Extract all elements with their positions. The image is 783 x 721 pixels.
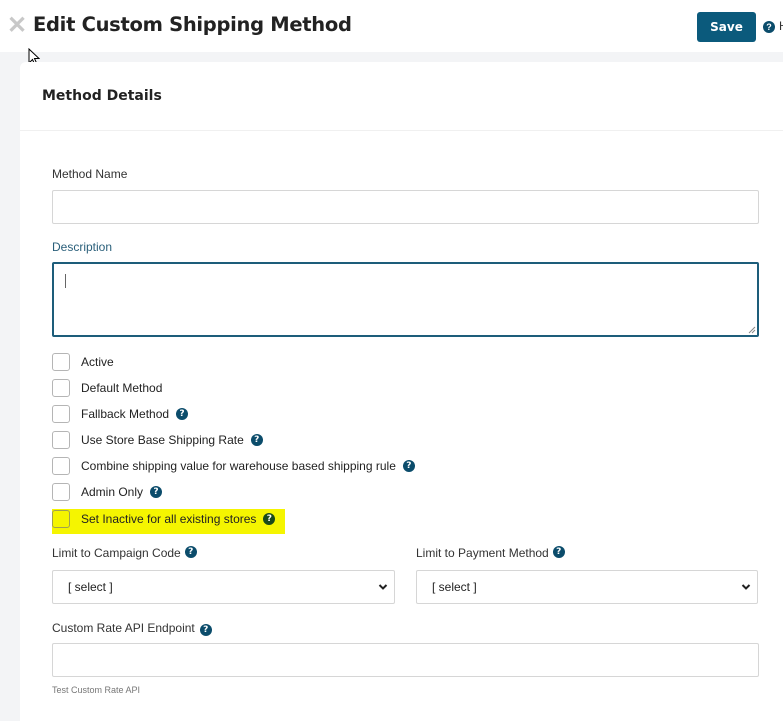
admin-only-label: Admin Only [81, 485, 144, 499]
admin-only-checkbox[interactable] [52, 483, 70, 501]
combine-shipping-label: Combine shipping value for warehouse bas… [81, 459, 396, 473]
checkbox-admin-only[interactable]: Admin Only ? [52, 482, 163, 502]
checkbox-default-method[interactable]: Default Method [52, 378, 162, 398]
campaign-code-label: Limit to Campaign Code? [52, 546, 197, 561]
resize-handle-icon[interactable] [748, 326, 756, 334]
payment-method-value: [ select ] [432, 580, 477, 594]
method-name-input[interactable] [52, 190, 759, 224]
description-label: Description [52, 240, 113, 254]
chevron-down-icon [741, 584, 751, 590]
method-details-card: Method Details Method Name Description A… [20, 62, 783, 721]
help-icon[interactable]: ? [763, 21, 775, 33]
active-checkbox[interactable] [52, 353, 70, 371]
section-title: Method Details [42, 88, 162, 104]
custom-rate-label-text: Custom Rate API Endpoint [52, 621, 195, 635]
help-icon[interactable]: ? [263, 513, 276, 525]
close-icon[interactable]: ✕ [7, 14, 27, 38]
checkbox-active[interactable]: Active [52, 352, 114, 372]
payment-method-label-text: Limit to Payment Method [416, 546, 549, 560]
checkbox-set-inactive[interactable]: Set Inactive for all existing stores ? [52, 509, 276, 529]
use-store-base-rate-checkbox[interactable] [52, 431, 70, 449]
campaign-code-value: [ select ] [68, 580, 113, 594]
top-bar: ✕ Edit Custom Shipping Method Save ? H [0, 0, 783, 52]
text-caret [65, 274, 66, 288]
page-title: Edit Custom Shipping Method [33, 13, 352, 36]
chevron-down-icon [378, 584, 388, 590]
set-inactive-checkbox[interactable] [52, 510, 70, 528]
help-icon[interactable]: ? [150, 486, 163, 498]
fallback-method-checkbox[interactable] [52, 405, 70, 423]
checkbox-combine-shipping[interactable]: Combine shipping value for warehouse bas… [52, 456, 415, 476]
custom-rate-label: Custom Rate API Endpoint? [52, 621, 212, 636]
default-method-label: Default Method [81, 381, 163, 395]
payment-method-select[interactable]: [ select ] [416, 570, 758, 604]
help-link-text[interactable]: H [779, 19, 783, 33]
test-custom-rate-api-link[interactable]: Test Custom Rate API [52, 685, 140, 695]
help-icon[interactable]: ? [199, 624, 212, 636]
campaign-code-select[interactable]: [ select ] [52, 570, 395, 604]
payment-method-label: Limit to Payment Method? [416, 546, 565, 561]
help-icon[interactable]: ? [176, 408, 189, 420]
use-store-base-rate-label: Use Store Base Shipping Rate [81, 433, 244, 447]
card-header: Method Details [20, 62, 783, 131]
method-name-label: Method Name [52, 167, 128, 181]
combine-shipping-checkbox[interactable] [52, 457, 70, 475]
set-inactive-label: Set Inactive for all existing stores [81, 512, 257, 526]
campaign-code-label-text: Limit to Campaign Code [52, 546, 181, 560]
help-icon[interactable]: ? [402, 460, 415, 472]
help-icon[interactable]: ? [184, 546, 197, 558]
checkbox-fallback-method[interactable]: Fallback Method ? [52, 404, 189, 424]
help-icon[interactable]: ? [250, 434, 263, 446]
description-textarea[interactable] [52, 262, 759, 337]
help-icon[interactable]: ? [552, 546, 565, 558]
checkbox-use-store-base-rate[interactable]: Use Store Base Shipping Rate ? [52, 430, 263, 450]
fallback-method-label: Fallback Method [81, 407, 170, 421]
custom-rate-endpoint-input[interactable] [52, 643, 759, 677]
active-label: Active [81, 355, 114, 369]
default-method-checkbox[interactable] [52, 379, 70, 397]
save-button[interactable]: Save [697, 12, 756, 42]
